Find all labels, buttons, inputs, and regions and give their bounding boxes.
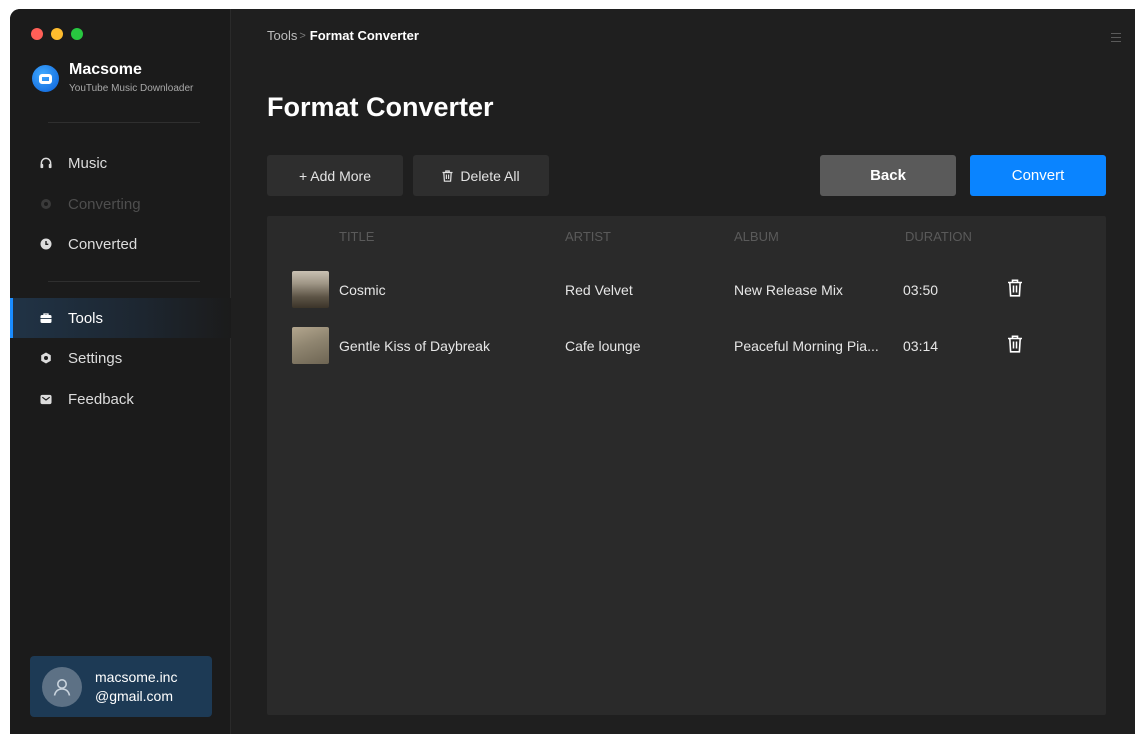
- track-artist: Cafe lounge: [565, 338, 641, 354]
- brand-name: Macsome: [69, 61, 142, 78]
- breadcrumb-tools[interactable]: Tools: [267, 28, 297, 43]
- page-title: Format Converter: [267, 92, 494, 122]
- column-header-duration: DURATION: [905, 229, 972, 244]
- album-art-thumbnail: [292, 271, 329, 308]
- delete-track-button[interactable]: [1007, 318, 1023, 374]
- add-more-button[interactable]: + Add More: [267, 155, 403, 196]
- sidebar-item-music[interactable]: Music: [10, 143, 231, 183]
- column-header-title: TITLE: [339, 229, 375, 244]
- column-header-artist: ARTIST: [565, 229, 611, 244]
- sidebar-divider: [48, 122, 200, 123]
- user-avatar-icon: [42, 666, 82, 707]
- sidebar: Macsome YouTube Music Downloader Music C…: [10, 9, 231, 734]
- brand-subtitle: YouTube Music Downloader: [69, 83, 194, 94]
- back-label: Back: [870, 167, 906, 184]
- delete-track-button[interactable]: [1007, 262, 1023, 318]
- brand: Macsome YouTube Music Downloader: [32, 61, 193, 94]
- zoom-window-button[interactable]: [71, 28, 83, 40]
- sidebar-item-tools[interactable]: Tools: [10, 298, 231, 338]
- convert-label: Convert: [1011, 167, 1065, 184]
- add-more-label: + Add More: [299, 167, 371, 184]
- close-window-button[interactable]: [31, 28, 43, 40]
- table-row[interactable]: Cosmic Red Velvet New Release Mix 03:50: [267, 262, 1106, 318]
- trash-icon: [442, 169, 453, 182]
- sidebar-item-label: Music: [68, 154, 108, 172]
- clock-icon: [40, 238, 52, 250]
- track-album: Peaceful Morning Pia...: [734, 338, 879, 354]
- table-row[interactable]: Gentle Kiss of Daybreak Cafe lounge Peac…: [267, 318, 1106, 374]
- sidebar-item-label: Converted: [68, 235, 138, 253]
- delete-all-label: Delete All: [460, 167, 520, 184]
- track-album: New Release Mix: [734, 282, 843, 298]
- window-controls: [31, 28, 83, 40]
- app-window: Macsome YouTube Music Downloader Music C…: [10, 9, 1135, 734]
- macsome-logo-icon: [32, 65, 59, 92]
- sidebar-item-settings[interactable]: Settings: [10, 338, 231, 378]
- sidebar-item-label: Settings: [68, 349, 123, 367]
- album-art-thumbnail: [292, 327, 329, 364]
- toolbox-icon: [40, 312, 52, 324]
- account-email-line2: @gmail.com: [95, 687, 174, 704]
- track-duration: 03:50: [903, 282, 939, 298]
- trash-icon: [1007, 335, 1023, 358]
- sidebar-item-converted[interactable]: Converted: [10, 224, 231, 264]
- breadcrumb-current: Format Converter: [309, 28, 419, 43]
- account-card[interactable]: macsome.inc @gmail.com: [30, 656, 212, 717]
- track-table: TITLE ARTIST ALBUM DURATION Cosmic Red V…: [267, 216, 1106, 715]
- main-panel: Tools > Format Converter Format Converte…: [231, 9, 1135, 734]
- sidebar-divider: [48, 281, 200, 282]
- track-title: Cosmic: [339, 282, 386, 298]
- gear-icon: [40, 352, 52, 364]
- mail-icon: [40, 393, 52, 405]
- hamburger-menu-icon[interactable]: [1111, 29, 1121, 47]
- converting-icon: [40, 198, 52, 210]
- trash-icon: [1007, 279, 1023, 302]
- track-title: Gentle Kiss of Daybreak: [339, 338, 490, 354]
- breadcrumb: Tools > Format Converter: [267, 28, 419, 43]
- headphones-icon: [40, 157, 52, 169]
- track-artist: Red Velvet: [565, 282, 633, 298]
- sidebar-item-label: Feedback: [68, 390, 134, 408]
- sidebar-item-converting[interactable]: Converting: [10, 184, 231, 224]
- sidebar-item-label: Tools: [68, 309, 104, 327]
- minimize-window-button[interactable]: [51, 28, 63, 40]
- track-duration: 03:14: [903, 338, 939, 354]
- delete-all-button[interactable]: Delete All: [413, 155, 549, 196]
- convert-button[interactable]: Convert: [970, 155, 1106, 196]
- column-header-album: ALBUM: [734, 229, 779, 244]
- back-button[interactable]: Back: [820, 155, 956, 196]
- sidebar-item-label: Converting: [68, 195, 141, 213]
- sidebar-item-feedback[interactable]: Feedback: [10, 379, 231, 419]
- breadcrumb-separator: >: [299, 29, 306, 42]
- account-email-line1: macsome.inc: [95, 668, 178, 685]
